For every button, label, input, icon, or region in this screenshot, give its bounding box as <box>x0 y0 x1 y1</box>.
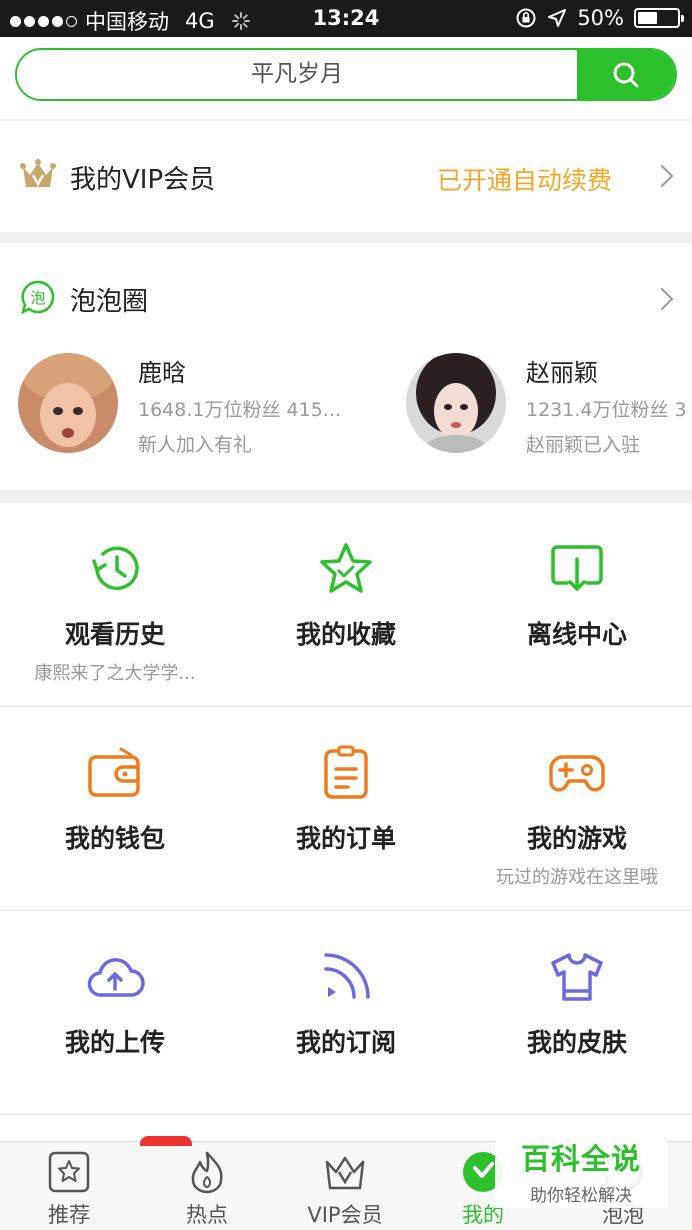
vip-crown-icon <box>325 1156 365 1190</box>
vip-crown-icon <box>20 159 56 187</box>
grid-item-label: 离线中心 <box>526 620 627 649</box>
star-note: 赵丽颖已入驻 <box>526 434 641 456</box>
tab-recommend[interactable]: 推荐 <box>0 1142 138 1230</box>
watermark-title: 百科全说 <box>520 1142 641 1176</box>
clipboard-order-icon <box>324 745 368 799</box>
battery-icon <box>634 8 684 28</box>
location-arrow-icon <box>548 9 567 27</box>
grid-item-label: 我的订阅 <box>295 1028 396 1057</box>
bubble-chat-icon: 泡 <box>21 280 55 315</box>
grid-item-offline-center[interactable]: 离线中心 <box>462 503 692 706</box>
bubble-header[interactable]: 泡 泡泡圈 <box>0 243 692 353</box>
recommend-star-icon <box>48 1151 90 1193</box>
vip-status: 已开通自动续费 <box>436 166 612 195</box>
wallet-icon <box>88 747 140 797</box>
star-name: 赵丽颖 <box>526 359 598 387</box>
download-icon <box>551 545 603 591</box>
gamepad-icon <box>549 755 605 792</box>
rss-subscribe-icon <box>324 953 370 999</box>
watermark-subtitle: 助你轻松解决 <box>530 1186 632 1206</box>
battery-percent: 50% <box>577 6 624 30</box>
history-clock-icon <box>92 546 139 590</box>
tab-label: VIP会员 <box>307 1203 383 1227</box>
grid-item-subtitle: 玩过的游戏在这里哦 <box>496 867 658 888</box>
search-bar-container: 平凡岁月 <box>0 37 692 119</box>
grid-item-orders[interactable]: 我的订单 <box>231 707 461 910</box>
svg-text:泡: 泡 <box>30 289 45 307</box>
grid-item-label: 我的游戏 <box>526 824 627 853</box>
star-favorite-icon <box>320 543 372 593</box>
star-card[interactable]: 赵丽颖 1231.4万位粉丝 3 赵丽颖已入驻 <box>406 353 692 463</box>
search-button[interactable] <box>577 50 675 99</box>
star-card[interactable]: 鹿晗 1648.1万位粉丝 415... 新人加入有礼 <box>18 353 358 463</box>
grid-item-label: 我的皮肤 <box>526 1028 627 1057</box>
tab-vip[interactable]: VIP会员 <box>276 1142 414 1230</box>
grid-item-watch-history[interactable]: 观看历史 康熙来了之大学学... <box>0 503 230 706</box>
watermark: 百科全说 助你轻松解决 <box>495 1118 667 1208</box>
bubble-circle-section: 泡 泡泡圈 鹿晗 1648.1万位粉丝 415... 新人加入有礼 赵丽颖 12… <box>0 243 692 490</box>
feature-grid: 观看历史 康熙来了之大学学... 我的收藏 离线中心 我的钱包 我的订单 我的游… <box>0 503 692 1143</box>
grid-item-label: 我的上传 <box>64 1028 165 1057</box>
grid-item-skins[interactable]: 我的皮肤 <box>462 911 692 1114</box>
grid-item-games[interactable]: 我的游戏 玩过的游戏在这里哦 <box>462 707 692 910</box>
divider <box>0 1114 692 1115</box>
grid-item-label: 我的收藏 <box>295 620 396 649</box>
star-fans: 1231.4万位粉丝 3 <box>526 399 687 421</box>
avatar <box>406 353 506 453</box>
grid-item-label: 我的钱包 <box>64 824 165 853</box>
chevron-right-icon <box>650 287 674 311</box>
cloud-upload-icon <box>87 958 145 997</box>
search-bar: 平凡岁月 <box>15 48 677 101</box>
flame-icon <box>191 1151 223 1194</box>
star-name: 鹿晗 <box>138 359 186 387</box>
grid-item-uploads[interactable]: 我的上传 <box>0 911 230 1114</box>
search-icon <box>613 62 639 87</box>
star-fans: 1648.1万位粉丝 415... <box>138 399 341 421</box>
grid-item-label: 观看历史 <box>64 620 165 649</box>
avatar <box>18 353 118 453</box>
vip-title: 我的VIP会员 <box>70 165 216 195</box>
grid-item-subscriptions[interactable]: 我的订阅 <box>231 911 461 1114</box>
tshirt-skin-icon <box>551 953 603 1001</box>
vip-membership-row[interactable]: 我的VIP会员 已开通自动续费 <box>0 121 692 232</box>
tab-label: 推荐 <box>48 1203 90 1227</box>
status-bar: 中国移动 4G 13:24 50% <box>0 0 692 37</box>
chevron-right-icon <box>650 164 674 188</box>
grid-item-wallet[interactable]: 我的钱包 <box>0 707 230 910</box>
grid-item-label: 我的订单 <box>295 824 396 853</box>
rotation-lock-icon <box>516 8 536 28</box>
bubble-title: 泡泡圈 <box>70 287 149 317</box>
tab-label: 热点 <box>186 1203 228 1227</box>
grid-item-subtitle: 康熙来了之大学学... <box>34 663 196 684</box>
search-input[interactable]: 平凡岁月 <box>17 50 577 99</box>
grid-item-favorites[interactable]: 我的收藏 <box>231 503 461 706</box>
tab-hot[interactable]: 热点 <box>138 1142 276 1230</box>
star-note: 新人加入有礼 <box>138 434 253 456</box>
